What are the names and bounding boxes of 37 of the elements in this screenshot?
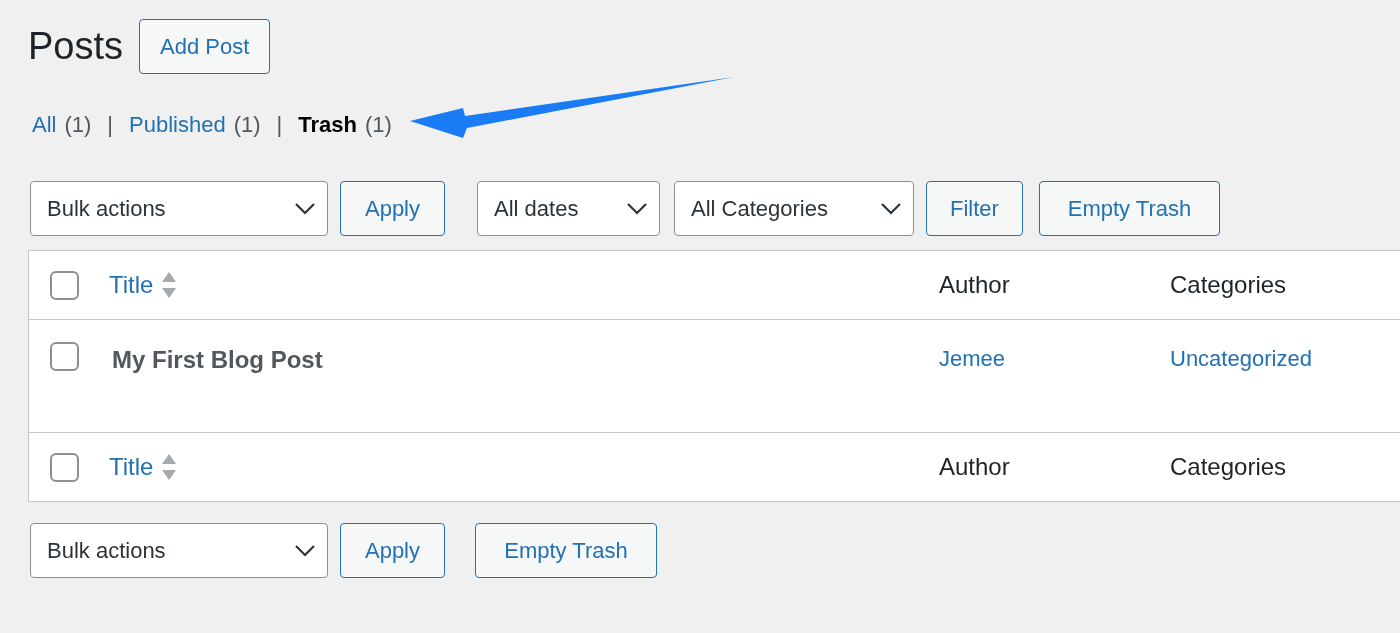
page-title: Posts [28,24,124,69]
column-header-link[interactable]: Title [109,449,154,485]
view-count: (1) [64,111,92,139]
separator: | [107,111,114,139]
column-header: Categories [1170,271,1287,298]
categories-select[interactable]: All Categories [674,181,914,236]
add-post-button[interactable]: Add Post [139,19,271,74]
button[interactable]: Apply [340,523,445,578]
checkbox[interactable] [50,342,79,371]
view-filter-link[interactable]: All [32,108,57,141]
view-filter-link[interactable]: Trash [298,108,357,141]
category-link[interactable]: Uncategorized [1170,346,1312,371]
separator: | [276,111,283,139]
button[interactable]: Empty Trash [475,523,657,578]
column-header: Author [939,271,1010,298]
chevron-down-icon [295,202,315,215]
button[interactable]: Apply [340,181,445,236]
bulk-actions-select[interactable]: Bulk actions [30,181,328,236]
view-count: (1) [233,111,261,139]
checkbox[interactable] [50,270,79,300]
bulk-actions-select[interactable]: Bulk actions [30,523,328,578]
dates-select[interactable]: All dates [477,181,660,236]
button[interactable]: Filter [926,181,1023,236]
column-header: Author [939,453,1010,480]
chevron-down-icon [295,544,315,557]
checkbox[interactable] [50,452,79,482]
sort-icon [161,271,178,299]
author-link[interactable]: Jemee [939,346,1006,371]
chevron-down-icon [881,202,901,215]
post-title-link[interactable]: My First Blog Post [112,346,323,373]
column-header-link[interactable]: Title [109,267,154,303]
button[interactable]: Empty Trash [1039,181,1220,236]
sort-icon [161,453,178,481]
view-filter-link[interactable]: Published [129,108,226,141]
view-count: (1) [365,111,392,139]
column-header: Categories [1170,453,1287,480]
chevron-down-icon [627,202,647,215]
